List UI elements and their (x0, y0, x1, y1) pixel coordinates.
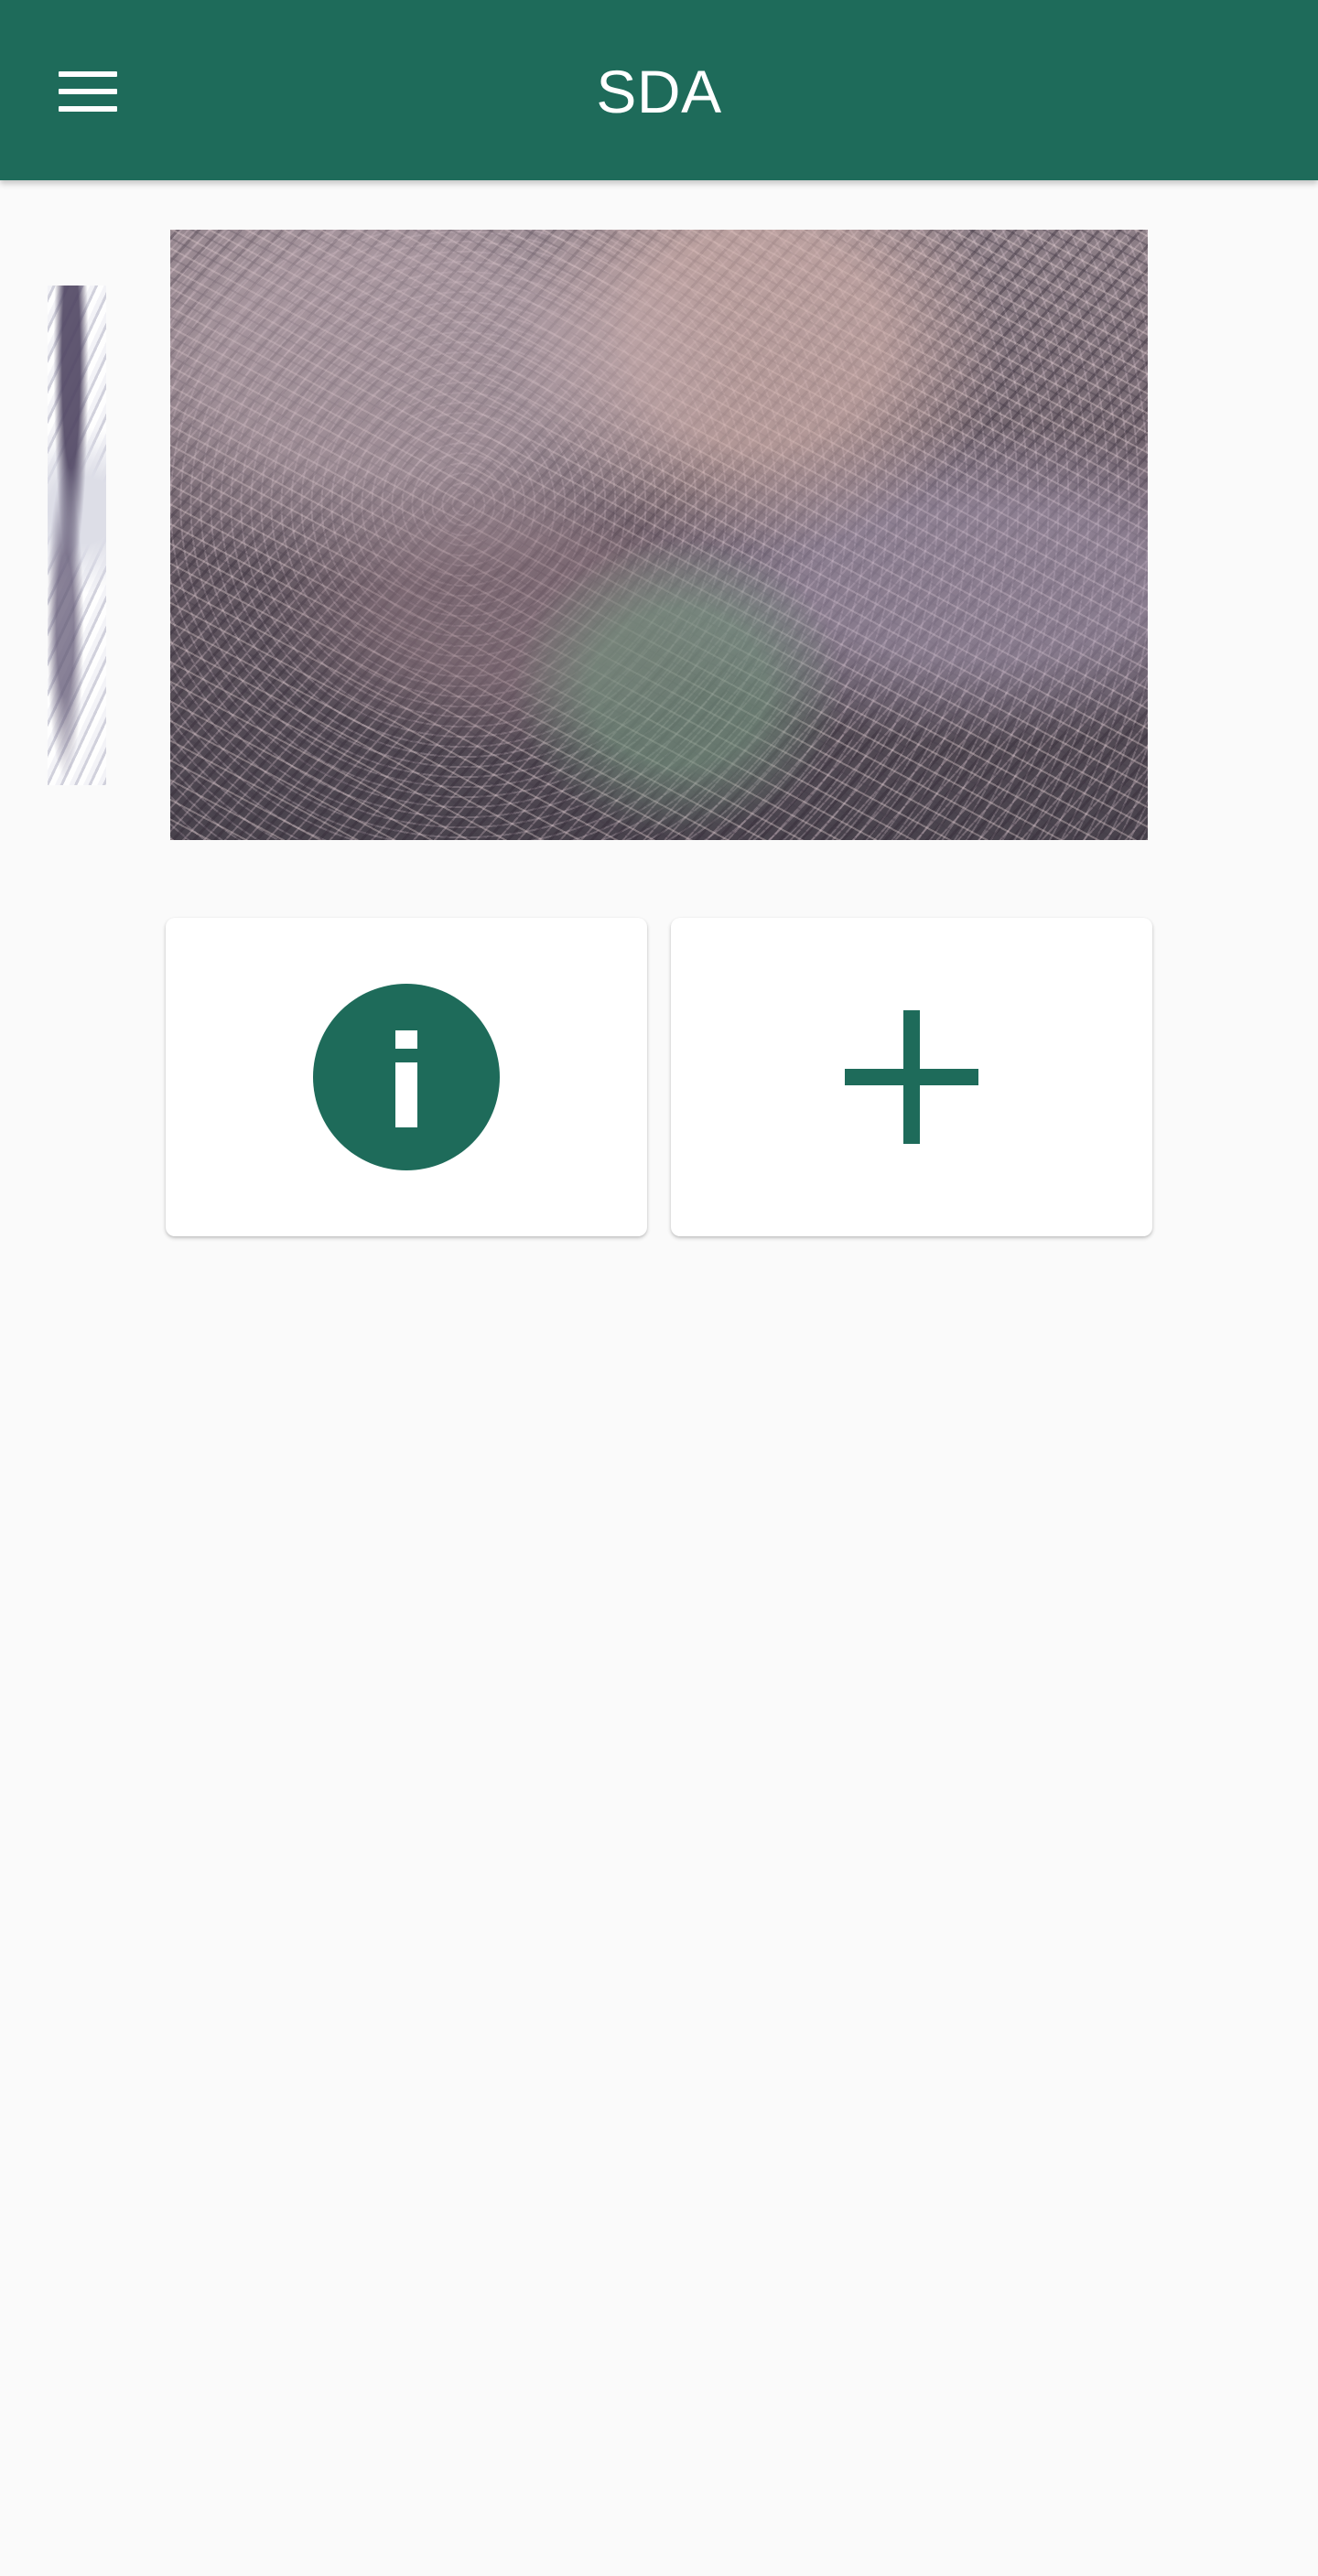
add-card-button[interactable] (671, 918, 1152, 1236)
app-bar: SDA (0, 0, 1318, 180)
hero-image[interactable] (170, 230, 1148, 840)
plus-icon-vertical (903, 1010, 920, 1144)
side-thumbnail-image[interactable] (48, 286, 106, 785)
app-title: SDA (596, 58, 722, 125)
info-card-button[interactable] (166, 918, 647, 1236)
info-icon (313, 984, 500, 1170)
root-mass-texture (170, 230, 1148, 840)
plus-icon (845, 1010, 978, 1144)
info-icon-dot (395, 1030, 417, 1049)
info-icon-stem (395, 1062, 417, 1127)
action-cards (166, 918, 1152, 1236)
